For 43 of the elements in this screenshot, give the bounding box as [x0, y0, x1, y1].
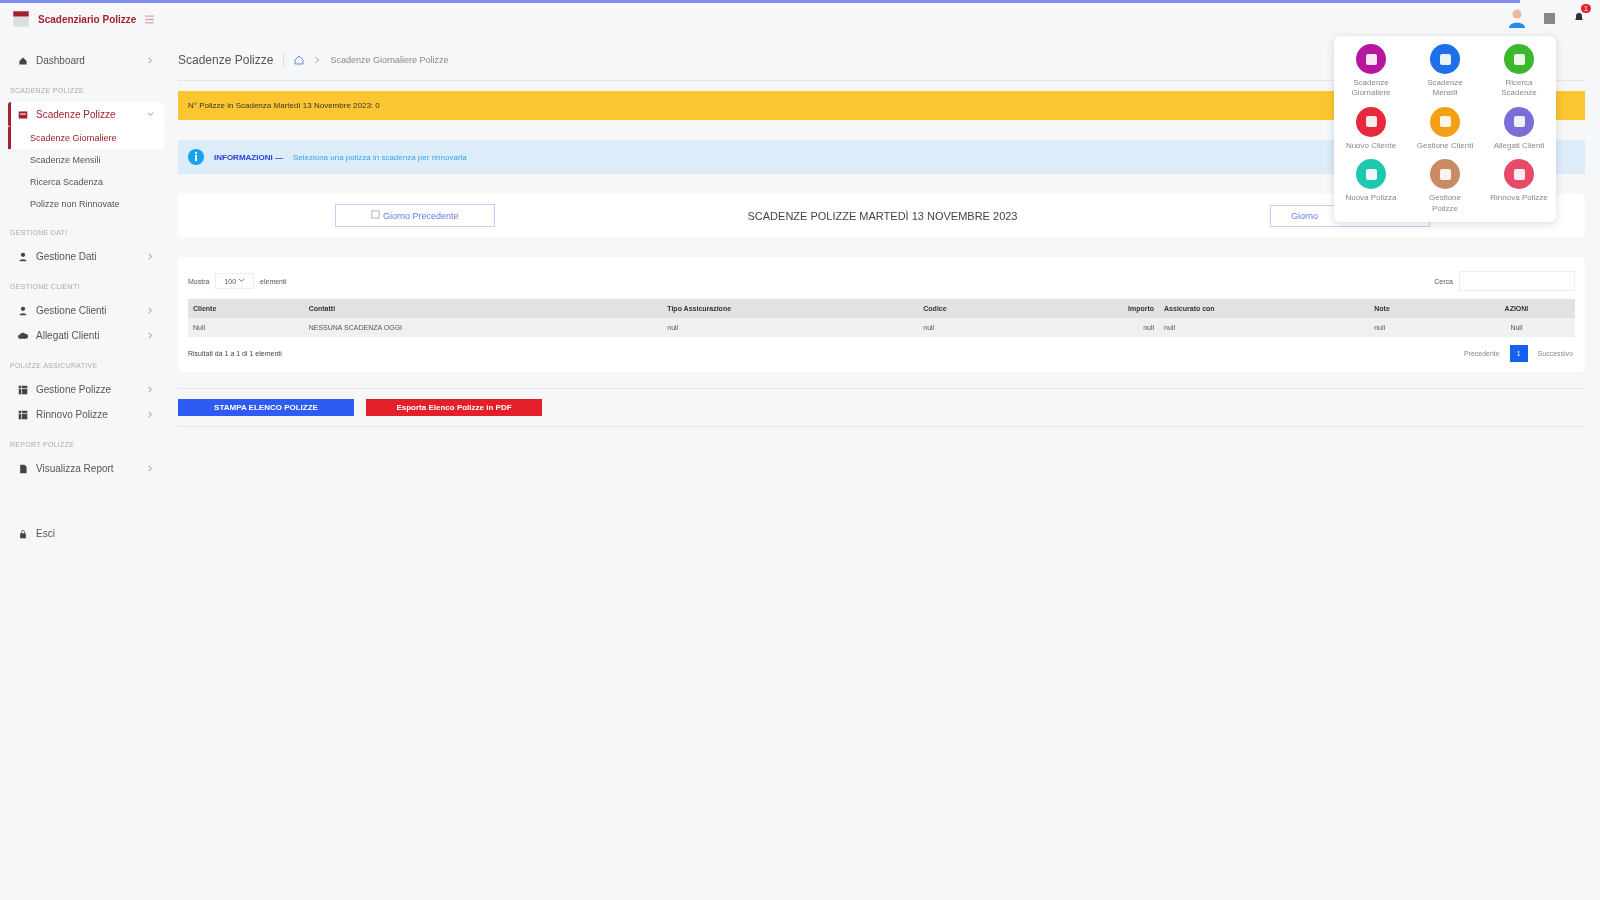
sidebar-item[interactable]: Dashboard [8, 48, 164, 73]
sidebar-item[interactable]: Allegati Clienti [8, 323, 164, 348]
bell-icon[interactable] [1573, 11, 1585, 23]
previous-day-button[interactable]: Giorno Precedente [335, 204, 495, 227]
calendar-logo-icon [12, 10, 30, 28]
chevron-icon [314, 56, 321, 64]
menu-item-icon [18, 384, 28, 395]
action-button[interactable]: STAMPA ELENCO POLIZZE [178, 399, 354, 416]
submenu-item[interactable]: Polizze non Rinnovate [8, 193, 164, 215]
grid-icon[interactable] [1544, 12, 1555, 24]
caret-icon [238, 277, 246, 284]
sidebar-item[interactable]: Esci [8, 521, 164, 546]
sidebar-item[interactable]: Gestione Polizze [8, 377, 164, 402]
breadcrumb-current: Scadenze Giornaliere Polizze [330, 55, 449, 65]
page-title: Scadenze Polizze [178, 53, 274, 67]
sidebar-item[interactable]: Visualizza Report [8, 456, 164, 481]
menu-item-icon [18, 330, 28, 341]
submenu-item[interactable]: Scadenze Mensili [8, 149, 164, 171]
menu-item-icon [18, 528, 28, 539]
info-title: INFORMAZIONI — [214, 152, 283, 162]
sidebar-item[interactable]: Gestione Clienti [8, 298, 164, 323]
app-shortcut[interactable]: Nuova Polizza [1334, 159, 1408, 214]
submenu-item[interactable]: Ricerca Scadenza [8, 171, 164, 193]
info-icon [188, 149, 204, 165]
menu-item-icon [18, 305, 28, 316]
app-shortcut[interactable]: Rinnova Polizze [1482, 159, 1556, 214]
menu-icon[interactable] [144, 13, 156, 25]
submenu-item[interactable]: Scadenze Giornaliere [8, 127, 164, 149]
info-text: Seleziona una polizza in scadenza per rinnovarla [292, 152, 467, 162]
action-button[interactable]: Esporta Elenco Polizze in PDF [366, 399, 542, 416]
app-shortcut[interactable]: Gestione Polizze [1408, 159, 1482, 214]
menu-item-icon [18, 463, 28, 474]
sidebar-item[interactable]: Scadenze Polizze [8, 102, 164, 127]
sidebar-item[interactable]: Rinnovo Polizze [8, 402, 164, 427]
menu-item-icon [18, 409, 28, 420]
home-icon[interactable] [294, 55, 305, 65]
menu-item-icon [18, 109, 28, 120]
sidebar-item[interactable]: Gestione Dati [8, 244, 164, 269]
menu-item-icon [18, 251, 28, 262]
user-avatar-icon[interactable] [1508, 8, 1526, 28]
menu-item-icon [18, 55, 28, 66]
day-title: SCADENZE POLIZZE MARTEDÌ 13 NOVEMBRE 2023 [747, 209, 1018, 222]
app-title: Scadenziario Polizze [38, 13, 137, 25]
